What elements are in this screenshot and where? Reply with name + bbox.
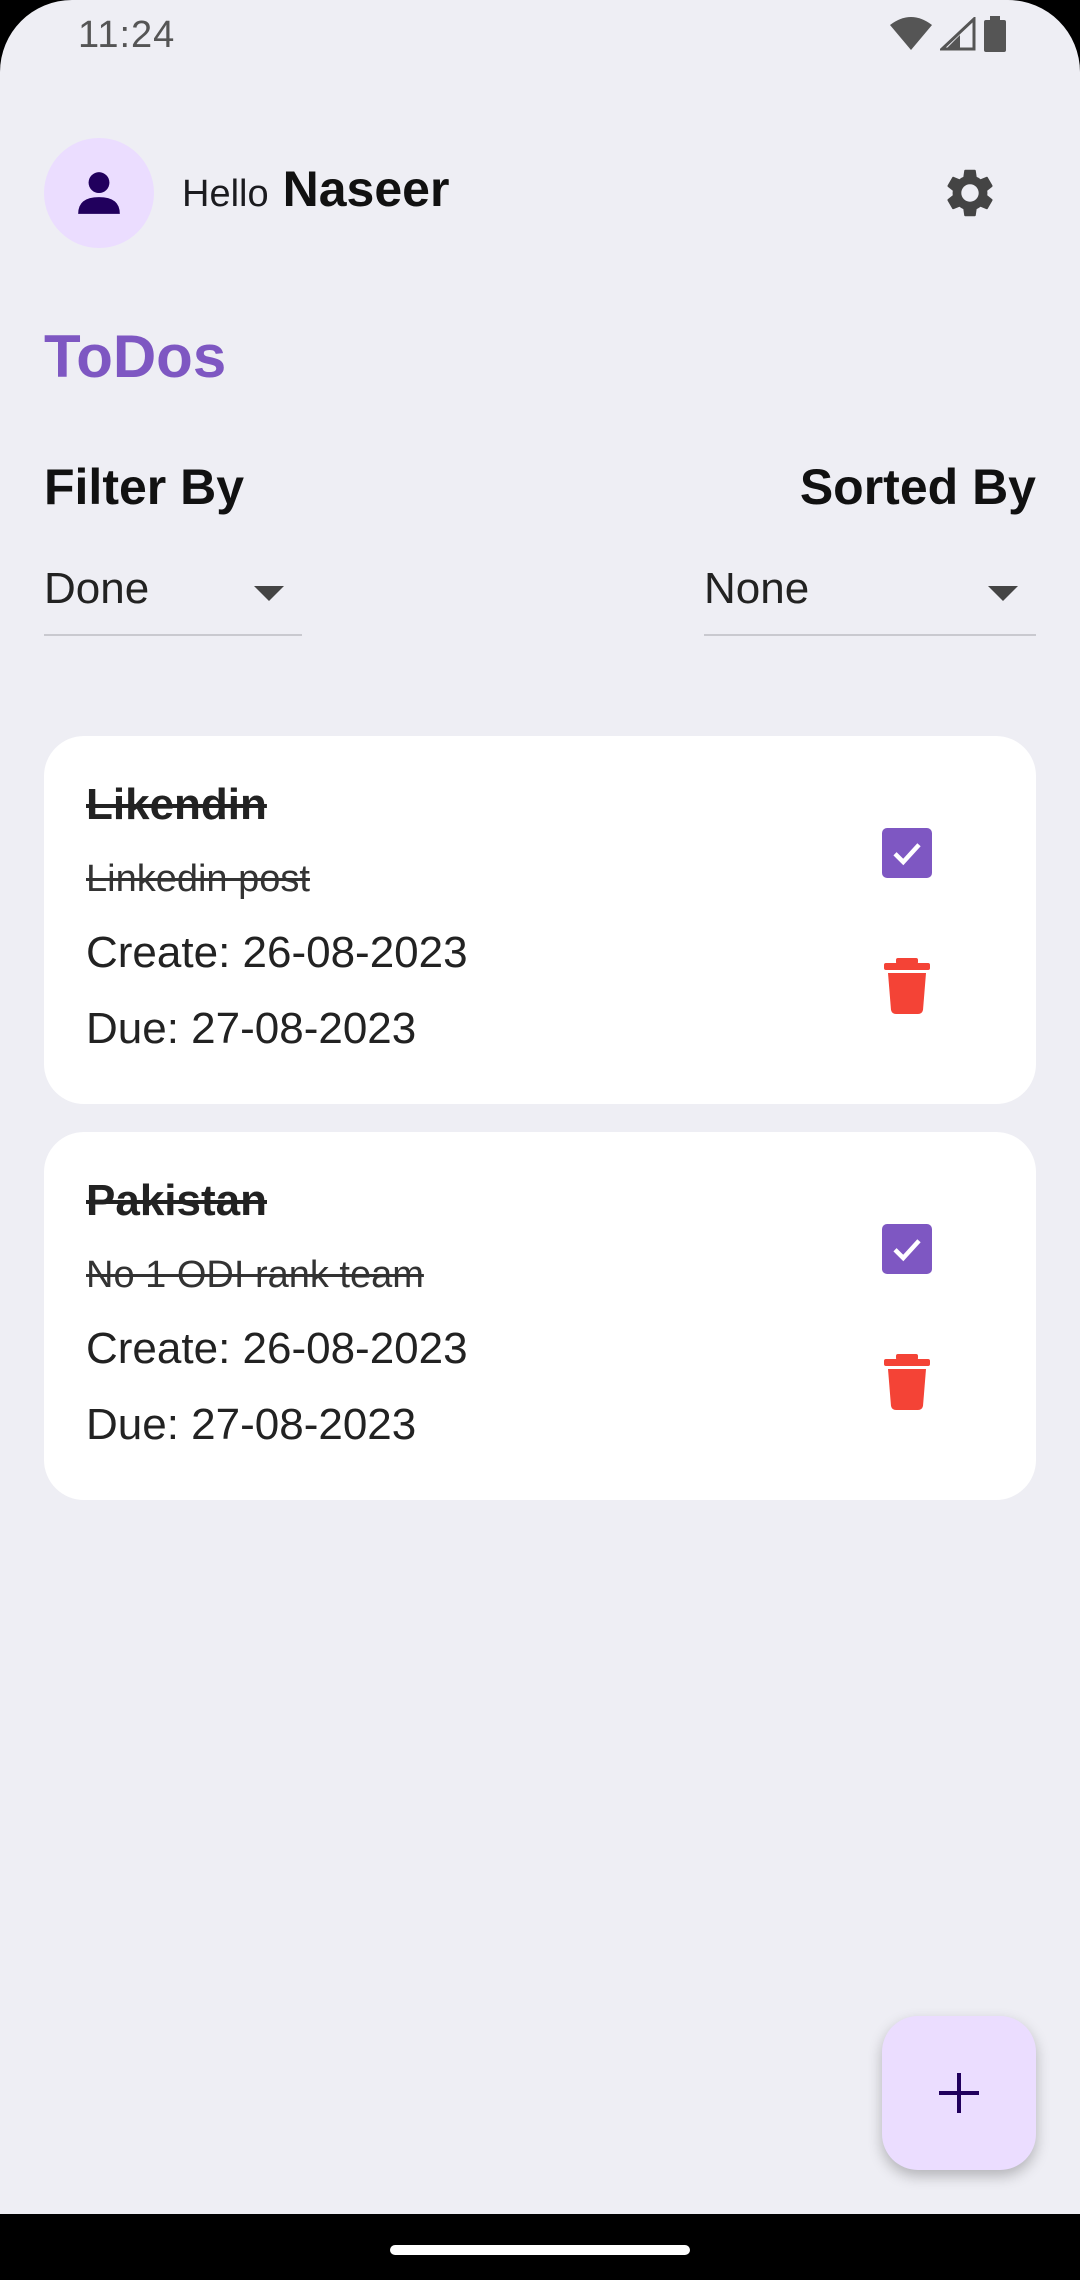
todo-created-date: Create: 26-08-2023 [86,928,468,977]
todo-title: Pakistan [86,1176,267,1225]
greeting: Hello Naseer [182,160,449,218]
check-icon [893,843,921,866]
battery-icon [984,16,1006,52]
greeting-hello: Hello [182,173,269,215]
gear-icon [947,169,993,217]
todo-card[interactable]: Pakistan No 1 ODI rank team Create: 26-0… [44,1132,1036,1500]
dropdown-arrow-icon [988,586,1018,601]
filter-value: Done [44,564,150,613]
todo-description: No 1 ODI rank team [86,1254,424,1296]
avatar[interactable] [44,138,154,248]
delete-icon[interactable] [882,958,932,1014]
screen: 11:24 Hello Naseer ToDos Filter By Sorte… [0,0,1080,2280]
todo-due-date: Due: 27-08-2023 [86,1004,417,1053]
home-indicator[interactable] [390,2245,690,2255]
add-todo-button[interactable] [882,2016,1036,2170]
todo-list: Likendin Linkedin post Create: 26-08-202… [44,736,1036,1528]
todo-due-date: Due: 27-08-2023 [86,1400,417,1449]
done-checkbox[interactable] [882,828,932,878]
wifi-icon [890,17,932,50]
done-checkbox[interactable] [882,1224,932,1274]
filter-dropdown[interactable]: Done [44,556,302,636]
filter-label: Filter By [44,459,245,515]
todo-description: Linkedin post [86,858,310,900]
user-name: Naseer [282,161,450,217]
settings-button[interactable] [935,158,1005,228]
plus-icon [939,2073,979,2113]
dropdown-arrow-icon [254,586,284,601]
status-time: 11:24 [78,14,176,56]
delete-icon[interactable] [882,1354,932,1410]
sort-dropdown[interactable]: None [704,556,1036,636]
sort-label: Sorted By [799,459,1036,515]
person-icon [78,172,120,214]
sort-value: None [704,564,810,613]
todo-created-date: Create: 26-08-2023 [86,1324,468,1373]
signal-icon [940,17,976,51]
page-title: ToDos [44,323,227,390]
todo-card[interactable]: Likendin Linkedin post Create: 26-08-202… [44,736,1036,1104]
check-icon [893,1239,921,1262]
status-icons [890,16,1006,52]
todo-title: Likendin [86,780,267,829]
